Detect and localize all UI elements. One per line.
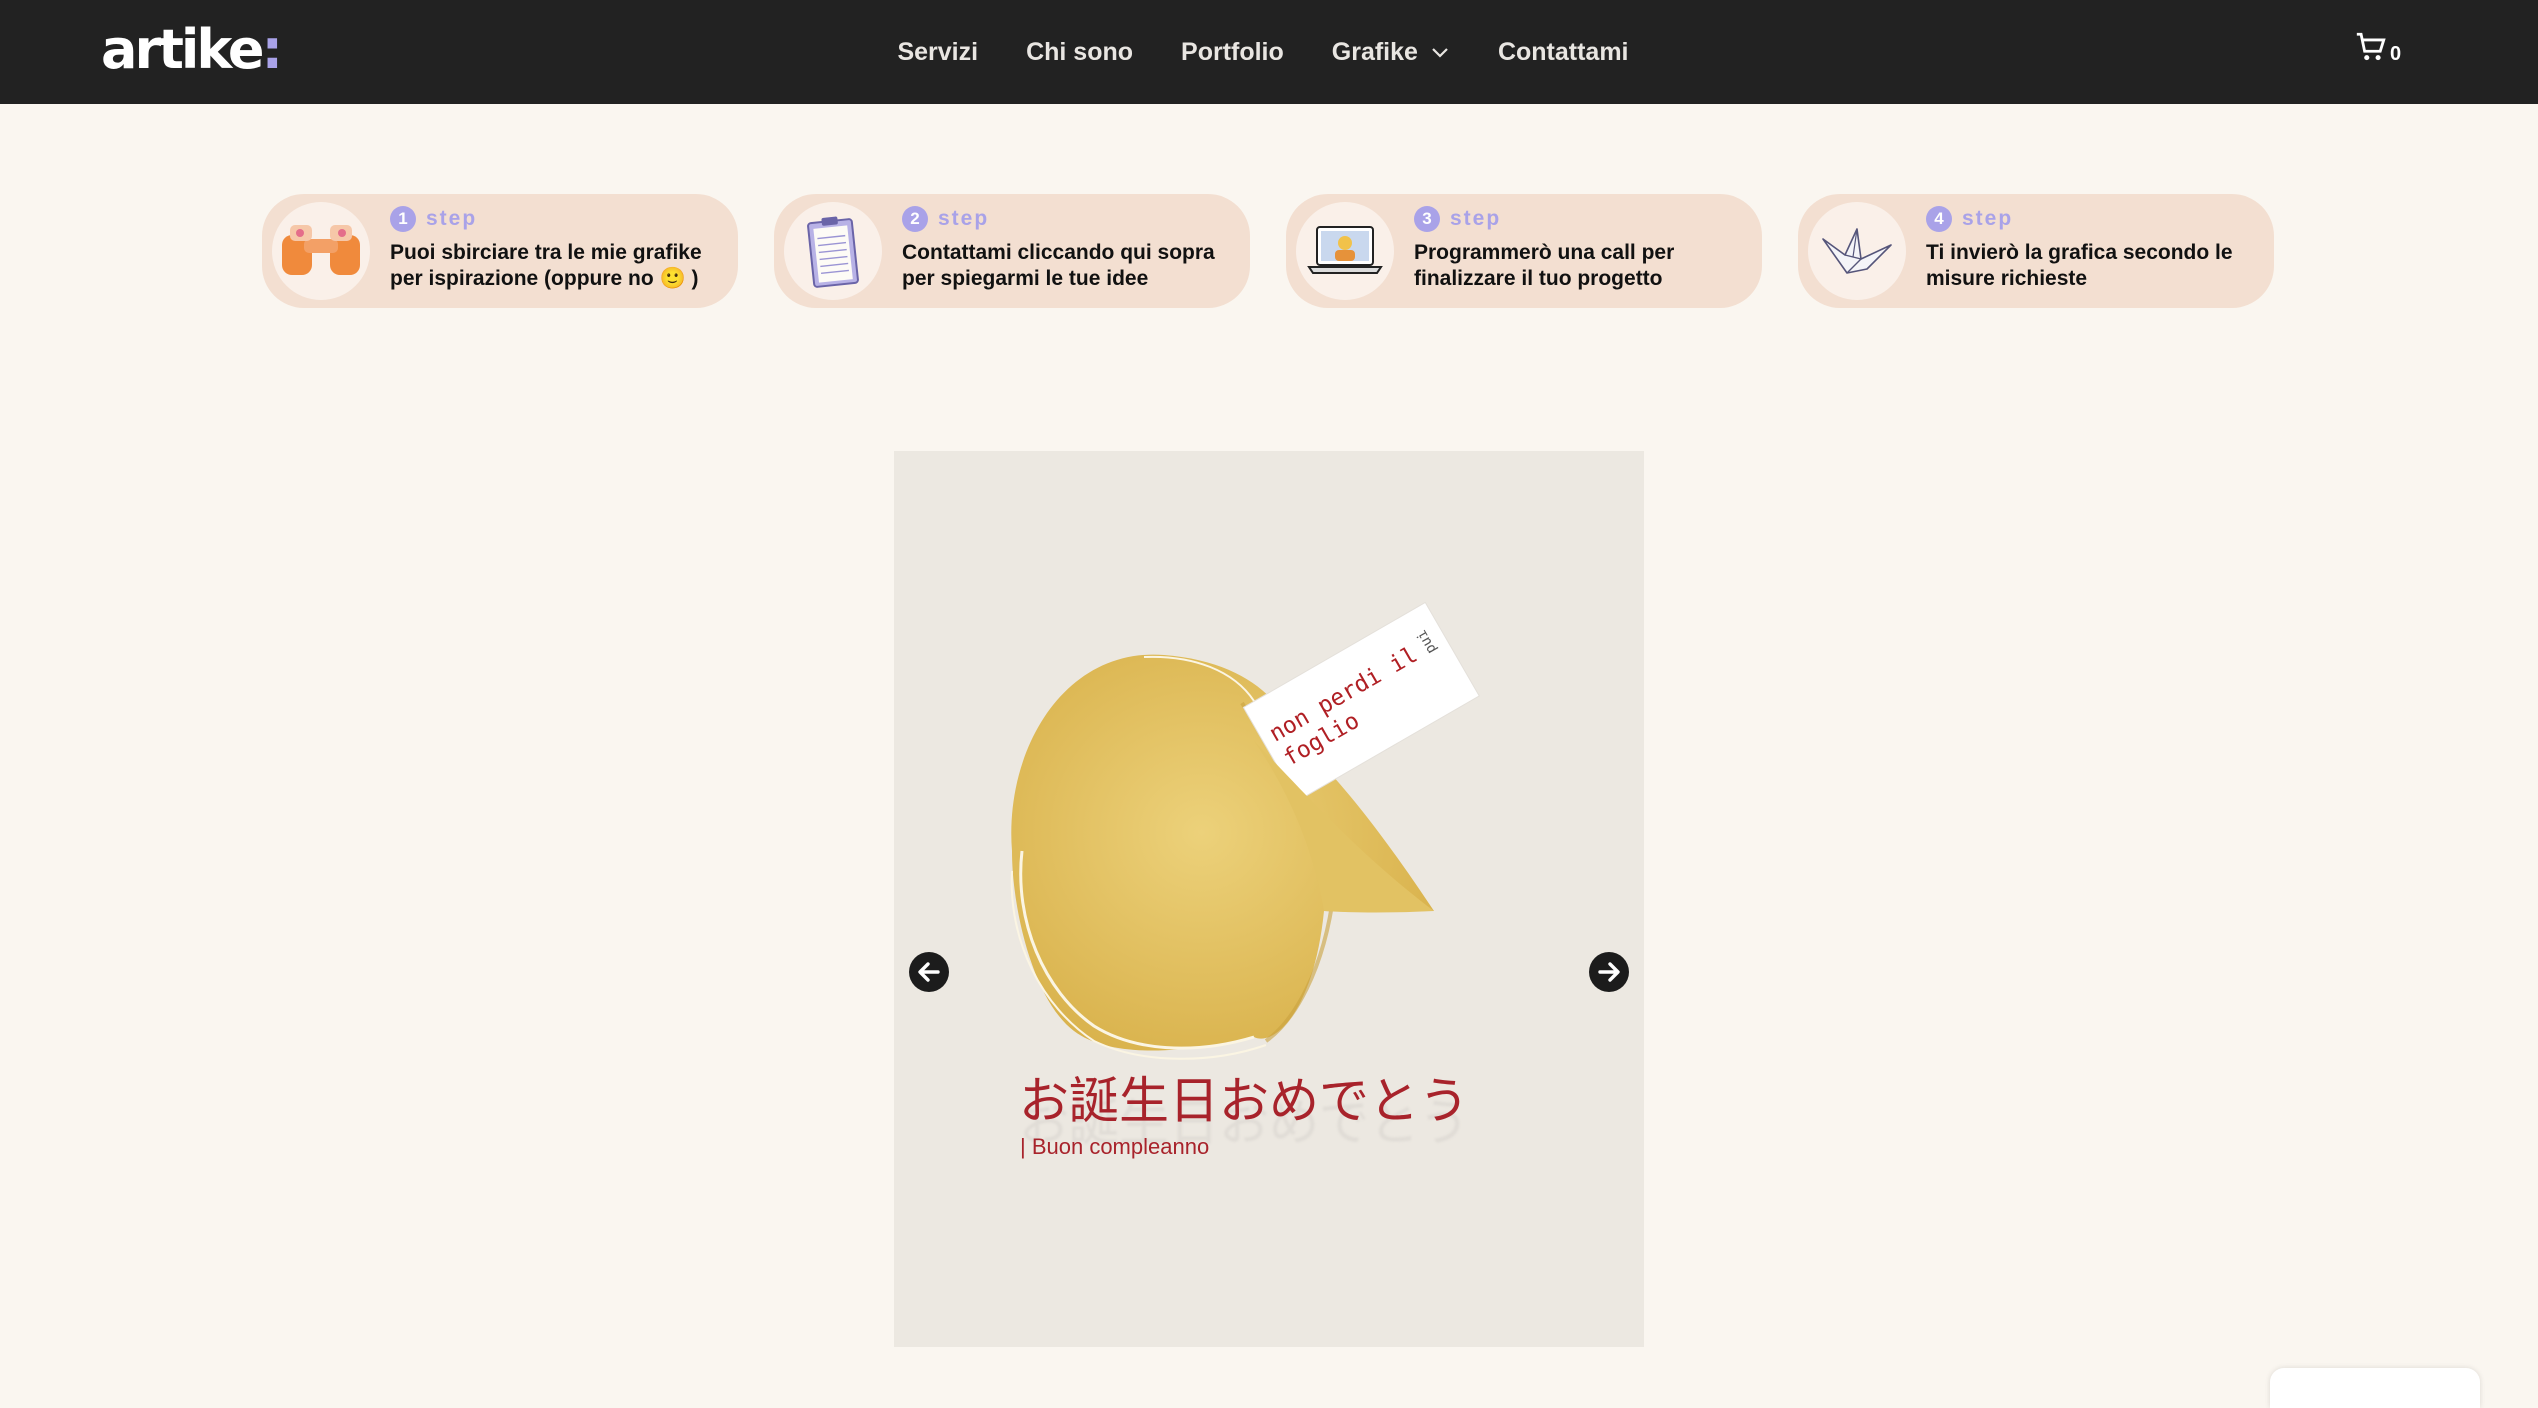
nav-label: Portfolio (1181, 37, 1284, 66)
step-number: 4 (1926, 206, 1952, 232)
step-text: Programmerò una call per finalizzare il … (1414, 241, 1675, 290)
step-header: 4 step (1926, 206, 2013, 232)
chat-widget-tab[interactable] (2270, 1368, 2480, 1408)
image-slider[interactable]: non perdi il foglio ᴉnd お誕生日おめでとう お誕生日おめ… (894, 451, 1644, 1347)
slider-prev-button[interactable] (909, 952, 949, 992)
step-card-3[interactable]: 3 step Programmerò una call per finalizz… (1286, 194, 1762, 308)
cart-icon (2356, 32, 2386, 61)
cart-button[interactable]: 0 (2354, 30, 2402, 65)
step-image (272, 202, 370, 300)
step-card-2[interactable]: 2 step Contattami cliccando qui sopra pe… (774, 194, 1250, 308)
step-number: 2 (902, 206, 928, 232)
main-nav: Servizi Chi sono Portfolio Grafike Conta… (0, 0, 2532, 104)
nav-label: Chi sono (1026, 37, 1134, 66)
step-text: Puoi sbirciare tra le mie grafike per is… (390, 241, 702, 290)
step-text: Contattami cliccando qui sopra per spieg… (902, 241, 1215, 290)
step-card-4[interactable]: 4 step Ti invierò la grafica secondo le … (1798, 194, 2274, 308)
step-text: Ti invierò la grafica secondo le misure … (1926, 241, 2233, 290)
arrow-right-icon (1598, 962, 1620, 982)
step-label: step (1450, 207, 1502, 230)
nav-label: Contattami (1497, 37, 1629, 66)
steps-row: 1 step Puoi sbirciare tra le mie grafike… (262, 194, 2276, 308)
nav-portfolio[interactable]: Portfolio (1181, 38, 1284, 67)
slider-next-button[interactable] (1589, 952, 1629, 992)
step-header: 3 step (1414, 206, 1501, 232)
nav-contattami[interactable]: Contattami (1498, 38, 1629, 67)
binoculars-icon (282, 225, 360, 275)
paper-crane-icon (1822, 228, 1892, 274)
step-image (1808, 202, 1906, 300)
fortune-cookie-illustration: non perdi il foglio ᴉnd (1010, 601, 1480, 1060)
step-image (1296, 202, 1394, 300)
nav-chi-sono[interactable]: Chi sono (1026, 38, 1133, 67)
laptop-call-icon (1307, 226, 1383, 274)
greeting-italian: | Buon compleanno (1020, 1134, 1210, 1159)
arrow-left-icon (918, 962, 940, 982)
navbar: artike: Servizi Chi sono Portfolio Grafi… (0, 0, 2538, 104)
nav-grafike[interactable]: Grafike (1332, 38, 1450, 67)
step-label: step (938, 207, 990, 230)
cart-count: 0 (2390, 43, 2402, 65)
step-header: 2 step (902, 206, 989, 232)
step-number: 1 (390, 206, 416, 232)
nav-servizi[interactable]: Servizi (897, 38, 978, 67)
chevron-down-icon (1432, 48, 1448, 58)
greeting-japanese: お誕生日おめでとう (1019, 1072, 1469, 1130)
step-card-1[interactable]: 1 step Puoi sbirciare tra le mie grafike… (262, 194, 738, 308)
nav-label: Grafike (1331, 37, 1418, 66)
step-label: step (1962, 207, 2014, 230)
nav-label: Servizi (897, 37, 979, 66)
step-header: 1 step (390, 206, 477, 232)
step-label: step (426, 207, 478, 230)
clipboard-icon (807, 216, 859, 288)
step-image (784, 202, 882, 300)
step-number: 3 (1414, 206, 1440, 232)
